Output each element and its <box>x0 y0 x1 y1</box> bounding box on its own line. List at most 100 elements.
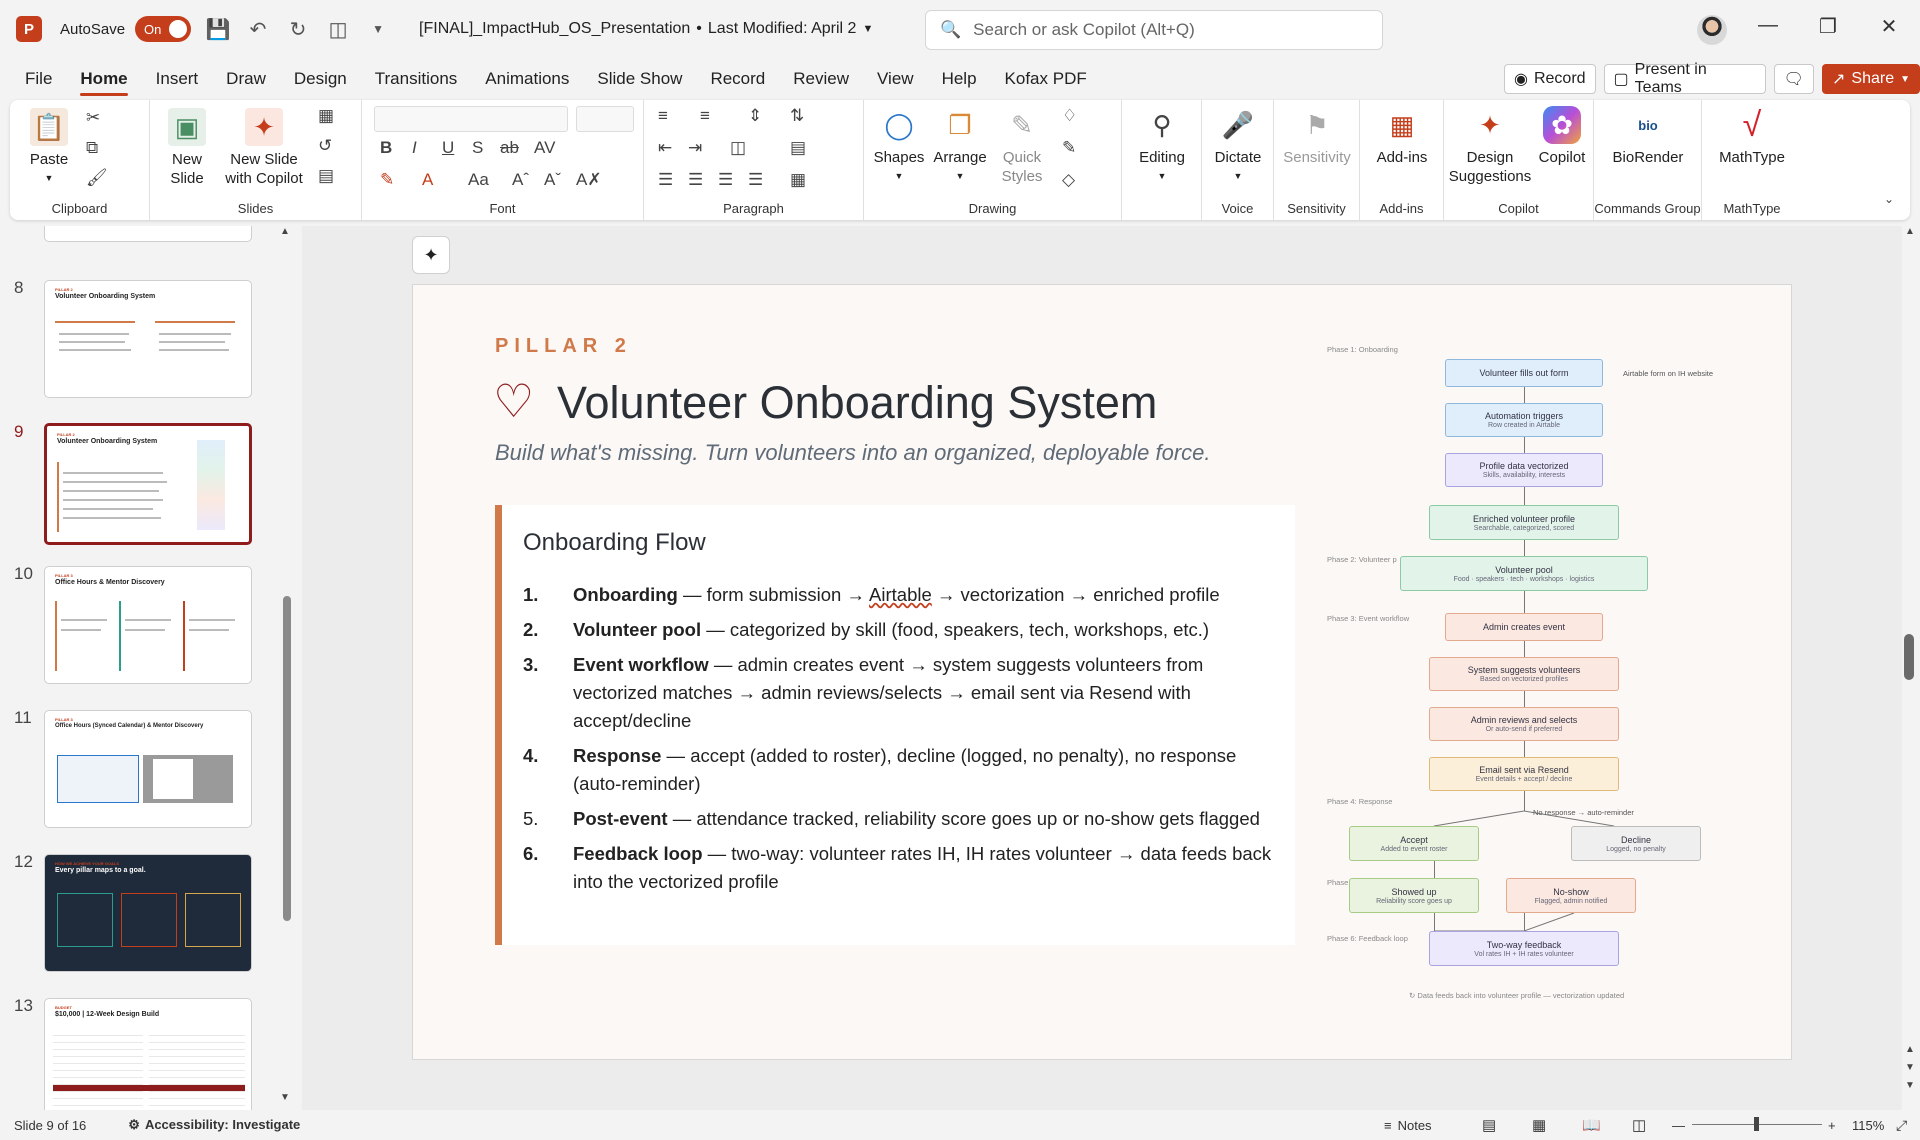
scroll-down-icon[interactable]: ▼ <box>1905 1080 1915 1091</box>
present-from-start-icon[interactable]: ◫ <box>325 17 351 42</box>
sensitivity-button[interactable]: ⚑ Sensitivity <box>1278 106 1356 167</box>
format-painter-icon[interactable]: 🖌 <box>86 168 108 188</box>
designer-sparkle-button[interactable]: ✦ <box>412 236 450 274</box>
text-direction-icon[interactable]: ⇅ <box>790 106 804 126</box>
slide-show-icon[interactable]: ◫ <box>1632 1116 1646 1134</box>
underline-icon[interactable]: U <box>442 138 454 158</box>
arrange-button[interactable]: ❐ Arrange ▼ <box>930 106 990 186</box>
reading-view-icon[interactable]: 📖 <box>1582 1116 1601 1134</box>
tab-transitions[interactable]: Transitions <box>361 62 472 96</box>
tab-kofax-pdf[interactable]: Kofax PDF <box>991 62 1101 96</box>
align-right-icon[interactable]: ☰ <box>718 170 733 190</box>
font-color-icon[interactable]: A <box>422 170 433 190</box>
increase-indent-icon[interactable]: ⇥ <box>688 138 702 158</box>
avatar[interactable] <box>1697 15 1727 45</box>
bullets-icon[interactable]: ≡ <box>658 106 668 126</box>
scroll-up-icon[interactable]: ▲ <box>1905 226 1915 237</box>
undo-icon[interactable]: ↶ <box>245 17 271 42</box>
shadow-icon[interactable]: S <box>472 138 483 158</box>
design-suggestions-button[interactable]: ✦ Design Suggestions <box>1449 106 1532 186</box>
scroll-up-icon[interactable]: ▲ <box>280 226 290 237</box>
new-slide-with-copilot-button[interactable]: ✦ New Slide with Copilot <box>218 108 310 188</box>
align-text-icon[interactable]: ▤ <box>790 138 806 158</box>
clear-formatting-icon[interactable]: A✗ <box>576 170 602 190</box>
autosave-toggle[interactable]: On <box>135 16 192 42</box>
slide-thumbnail-7[interactable] <box>44 226 252 242</box>
mathtype-button[interactable]: √ MathType <box>1710 106 1794 167</box>
customize-toolbar-icon[interactable]: ▼ <box>365 22 391 36</box>
cut-icon[interactable]: ✂ <box>86 108 100 128</box>
zoom-out-icon[interactable]: — <box>1672 1118 1685 1133</box>
highlight-icon[interactable]: ✎ <box>380 170 394 190</box>
tab-animations[interactable]: Animations <box>471 62 583 96</box>
slide-scroll-thumb[interactable] <box>1904 634 1914 680</box>
comments-button[interactable]: 🗨 <box>1773 64 1814 94</box>
quick-styles-button[interactable]: ✎ Quick Styles <box>992 106 1052 186</box>
tab-view[interactable]: View <box>863 62 928 96</box>
thumbnails-scrollbar[interactable] <box>283 596 291 921</box>
close-icon[interactable]: ✕ <box>1874 14 1904 39</box>
shape-effects-icon[interactable]: ◇ <box>1062 170 1075 190</box>
accessibility-status[interactable]: ⚙ Accessibility: Investigate <box>128 1117 300 1133</box>
paste-button[interactable]: 📋 Paste ▼ <box>24 108 74 188</box>
slide-thumbnail-13[interactable]: BUDGET $10,000 | 12-Week Design Build <box>44 998 252 1110</box>
slide-sorter-icon[interactable]: ▦ <box>1532 1116 1546 1134</box>
share-button[interactable]: ↗ Share ▼ <box>1821 64 1920 94</box>
restore-icon[interactable]: ❐ <box>1813 14 1843 39</box>
record-button[interactable]: ◉ Record <box>1504 64 1596 94</box>
editing-button[interactable]: ⚲ Editing ▼ <box>1130 106 1194 186</box>
bold-icon[interactable]: B <box>380 138 392 158</box>
minimize-icon[interactable]: — <box>1753 14 1783 37</box>
present-in-teams-button[interactable]: ▢ Present in Teams <box>1603 61 1766 96</box>
slide-thumbnail-8[interactable]: PILLAR 2 Volunteer Onboarding System <box>44 280 252 398</box>
new-slide-button[interactable]: ▣ New Slide <box>162 108 212 188</box>
collapse-ribbon-icon[interactable]: ⌄ <box>1884 192 1894 206</box>
columns-icon[interactable]: ◫ <box>730 138 746 158</box>
zoom-slider-handle[interactable] <box>1754 1117 1759 1131</box>
align-center-icon[interactable]: ☰ <box>688 170 703 190</box>
tab-slide-show[interactable]: Slide Show <box>583 62 696 96</box>
tab-file[interactable]: File <box>11 62 66 96</box>
dictate-button[interactable]: 🎤 Dictate ▼ <box>1208 106 1268 186</box>
line-spacing-icon[interactable]: ⇕ <box>748 106 762 126</box>
slide-thumbnail-12[interactable]: HOW WE ACHIEVE YOUR GOALS Every pillar m… <box>44 854 252 972</box>
tab-home[interactable]: Home <box>66 62 141 96</box>
tab-review[interactable]: Review <box>779 62 863 96</box>
scroll-down-icon[interactable]: ▼ <box>280 1092 290 1103</box>
next-slide-icon[interactable]: ▼ <box>1905 1062 1915 1073</box>
slide-thumbnail-11[interactable]: PILLAR 3 Office Hours (Synced Calendar) … <box>44 710 252 828</box>
zoom-in-icon[interactable]: + <box>1828 1118 1836 1133</box>
character-spacing-icon[interactable]: AV <box>534 138 555 158</box>
slide-9[interactable]: PILLAR 2 ♡ Volunteer Onboarding System B… <box>412 284 1792 1060</box>
tab-help[interactable]: Help <box>928 62 991 96</box>
shrink-font-icon[interactable]: Aˇ <box>544 170 561 190</box>
redo-icon[interactable]: ↻ <box>285 17 311 42</box>
slide-thumbnail-10[interactable]: PILLAR 3 Office Hours & Mentor Discovery <box>44 566 252 684</box>
tab-record[interactable]: Record <box>696 62 779 96</box>
reset-icon[interactable]: ↺ <box>318 136 332 156</box>
tab-insert[interactable]: Insert <box>142 62 213 96</box>
decrease-indent-icon[interactable]: ⇤ <box>658 138 672 158</box>
shape-outline-icon[interactable]: ✎ <box>1062 138 1076 158</box>
save-icon[interactable]: 💾 <box>205 17 231 42</box>
shape-fill-icon[interactable]: ♢ <box>1062 106 1077 126</box>
previous-slide-icon[interactable]: ▲ <box>1905 1044 1915 1055</box>
biorender-button[interactable]: bio BioRender <box>1604 106 1692 167</box>
font-size-dropdown[interactable] <box>576 106 634 132</box>
notes-button[interactable]: ≡ Notes <box>1384 1118 1432 1133</box>
search-input[interactable]: 🔍 Search or ask Copilot (Alt+Q) <box>925 10 1383 50</box>
justify-icon[interactable]: ☰ <box>748 170 763 190</box>
document-title[interactable]: [FINAL]_ImpactHub_OS_Presentation • Last… <box>419 20 873 38</box>
change-case-icon[interactable]: Aa <box>468 170 489 190</box>
numbering-icon[interactable]: ≡ <box>700 106 710 126</box>
zoom-level[interactable]: 115% <box>1852 1118 1884 1133</box>
tab-draw[interactable]: Draw <box>212 62 280 96</box>
layout-icon[interactable]: ▦ <box>318 106 334 126</box>
smartart-icon[interactable]: ▦ <box>790 170 806 190</box>
grow-font-icon[interactable]: Aˆ <box>512 170 529 190</box>
normal-view-icon[interactable]: ▤ <box>1482 1116 1496 1134</box>
addins-button[interactable]: ▦ Add-ins <box>1370 106 1434 167</box>
fit-to-window-icon[interactable]: ⤢ <box>1896 1117 1907 1134</box>
strikethrough-icon[interactable]: ab <box>500 138 519 158</box>
align-left-icon[interactable]: ☰ <box>658 170 673 190</box>
